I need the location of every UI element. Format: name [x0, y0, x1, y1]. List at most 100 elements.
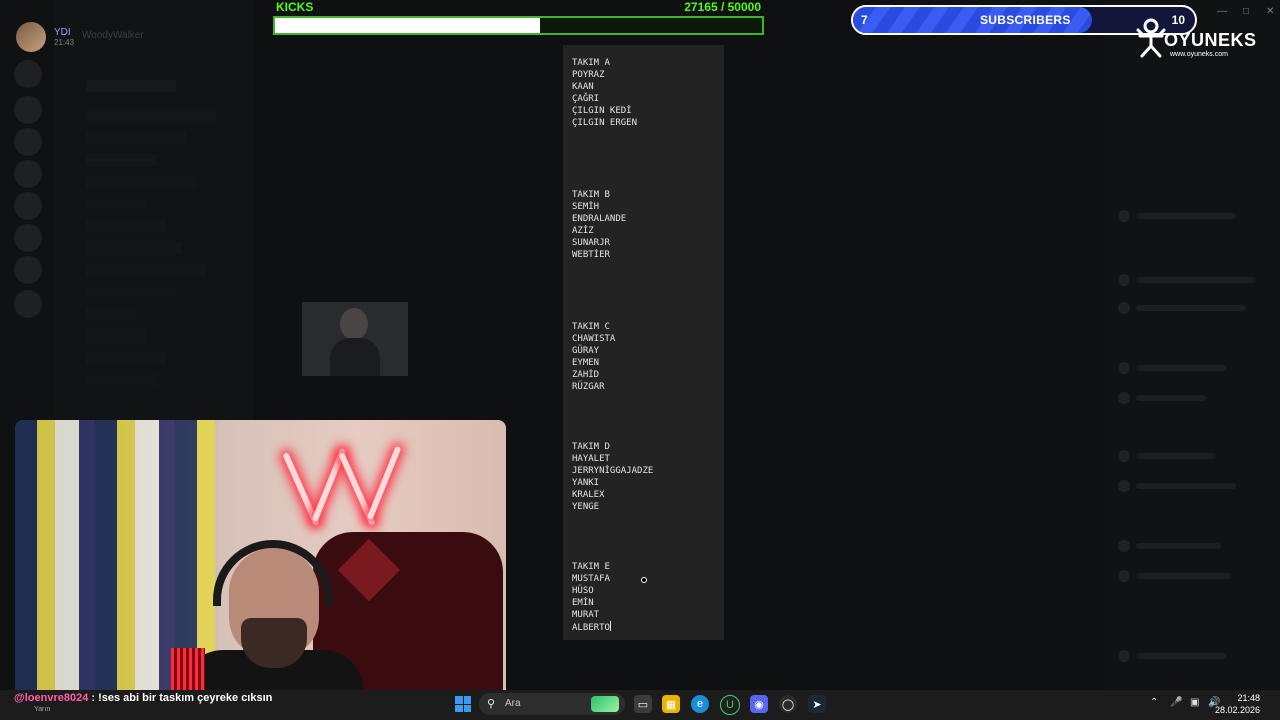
- team-member: YENGE: [572, 502, 600, 512]
- kicks-progress-bar: [273, 16, 764, 35]
- file-explorer-icon[interactable]: ▦: [662, 695, 680, 713]
- team-member: GÜRAY: [572, 346, 600, 356]
- server-icon[interactable]: [14, 128, 42, 156]
- subscribers-label: SUBSCRIBERS: [980, 13, 1071, 27]
- team-member: HÜSO: [572, 586, 594, 596]
- microphone-icon[interactable]: 🎤: [1170, 697, 1182, 708]
- team-member: SUNARJR: [572, 238, 610, 248]
- channel-item[interactable]: [86, 374, 156, 386]
- chat-text: : !ses abi bir taskım çeyreke cıksın: [88, 692, 273, 704]
- member-item[interactable]: [1118, 302, 1246, 314]
- channel-item[interactable]: [86, 264, 206, 276]
- display-icon[interactable]: ▣: [1190, 697, 1199, 708]
- edge-icon[interactable]: e: [691, 695, 709, 713]
- chat-subtext: Yarın: [34, 706, 51, 713]
- server-icon[interactable]: [14, 192, 42, 220]
- team-block[interactable]: TAKIM A POYRAZ KAAN ÇAĞRI ÇILGIN KEDİ ÇI…: [572, 57, 637, 129]
- channel-item[interactable]: [86, 330, 146, 342]
- member-list: [1104, 0, 1280, 690]
- text-caret: [609, 621, 611, 631]
- team-member: ENDRALANDE: [572, 214, 627, 224]
- team-block[interactable]: TAKIM D HAYALET JERRYNİGGAJADZE YANKI KR…: [572, 441, 653, 513]
- windows-start-icon[interactable]: [455, 696, 471, 712]
- discord-icon[interactable]: ◉: [750, 695, 768, 713]
- channel-item[interactable]: [86, 132, 186, 144]
- team-member: AZİZ: [572, 226, 594, 236]
- kicks-label: KICKS: [276, 0, 314, 14]
- channel-item[interactable]: [86, 308, 136, 320]
- team-member: CHAWISTA: [572, 334, 616, 344]
- close-icon[interactable]: ✕: [1266, 6, 1274, 17]
- channel-item[interactable]: [86, 242, 181, 254]
- logo-url: www.oyuneks.com: [1170, 51, 1228, 58]
- server-name[interactable]: WoodyWalker: [82, 30, 144, 41]
- server-icon[interactable]: [14, 224, 42, 252]
- team-member: YANKI: [572, 478, 600, 488]
- channel-item[interactable]: [86, 198, 146, 210]
- channel-item[interactable]: [86, 80, 176, 92]
- team-member: POYRAZ: [572, 70, 605, 80]
- obs-icon[interactable]: ◯: [779, 695, 797, 713]
- team-member: EMİN: [572, 598, 594, 608]
- clock-time: 21:48: [1237, 693, 1260, 703]
- member-item[interactable]: [1118, 274, 1256, 286]
- headset-icon: [213, 540, 333, 606]
- app-u-icon[interactable]: U: [720, 695, 740, 715]
- subscribers-current: 7: [861, 13, 868, 27]
- team-title: TAKIM D: [572, 442, 610, 452]
- channel-item[interactable]: [86, 154, 156, 166]
- user-time: 21:43: [54, 37, 75, 47]
- server-icon[interactable]: [14, 96, 42, 124]
- chat-message: @loenvre8024 : !ses abi bir taskım çeyre…: [14, 692, 272, 704]
- search-highlight-icon: [591, 696, 619, 712]
- video-face: [340, 308, 368, 340]
- video-tile[interactable]: [302, 302, 408, 376]
- mouse-cursor: [641, 577, 647, 583]
- team-block[interactable]: TAKIM E MUSTAFA HÜSO EMİN MURAT ALBERTO: [572, 561, 611, 634]
- server-icon[interactable]: [14, 256, 42, 284]
- member-item[interactable]: [1118, 650, 1226, 662]
- member-item[interactable]: [1118, 450, 1216, 462]
- channel-item[interactable]: [86, 176, 196, 188]
- team-member: JERRYNİGGAJADZE: [572, 466, 654, 476]
- team-member: RÜZGAR: [572, 382, 605, 392]
- team-member: KRALEX: [572, 490, 605, 500]
- chat-username: @loenvre8024: [14, 692, 89, 704]
- channel-item[interactable]: [86, 352, 166, 364]
- member-item[interactable]: [1118, 210, 1236, 222]
- kicks-count: 27165 / 50000: [684, 0, 761, 14]
- neon-light: [366, 445, 402, 521]
- user-name: YDI: [54, 26, 71, 38]
- member-item[interactable]: [1118, 540, 1221, 552]
- member-item[interactable]: [1118, 480, 1236, 492]
- team-member: HAYALET: [572, 454, 610, 464]
- task-view-icon[interactable]: ▭: [634, 695, 652, 713]
- taskbar-clock[interactable]: 21:48 28.02.2026: [1215, 692, 1260, 716]
- notepad-window[interactable]: TAKIM A POYRAZ KAAN ÇAĞRI ÇILGIN KEDİ ÇI…: [563, 45, 724, 640]
- search-placeholder: Ara: [505, 698, 521, 709]
- search-icon: ⚲: [487, 698, 496, 710]
- channel-item[interactable]: [86, 110, 216, 122]
- server-icon[interactable]: [14, 160, 42, 188]
- server-icon[interactable]: [14, 290, 42, 318]
- team-block[interactable]: TAKIM B SEMİH ENDRALANDE AZİZ SUNARJR WE…: [572, 189, 626, 261]
- team-member: ZAHİD: [572, 370, 600, 380]
- team-block[interactable]: TAKIM C CHAWISTA GÜRAY EYMEN ZAHİD RÜZGA…: [572, 321, 615, 393]
- member-item[interactable]: [1118, 570, 1231, 582]
- team-title: TAKIM A: [572, 58, 610, 68]
- channel-item[interactable]: [86, 286, 176, 298]
- team-member: ÇAĞRI: [572, 94, 600, 104]
- team-member: ÇILGIN KEDİ: [572, 106, 632, 116]
- chevron-up-icon[interactable]: ⌃: [1150, 697, 1158, 708]
- channel-item[interactable]: [86, 220, 166, 232]
- team-member: WEBTİER: [572, 250, 610, 260]
- server-icon[interactable]: [14, 60, 42, 88]
- member-item[interactable]: [1118, 362, 1226, 374]
- taskbar-search[interactable]: ⚲ Ara: [479, 693, 625, 715]
- steam-icon[interactable]: ➤: [808, 695, 826, 713]
- team-member: MURAT: [572, 610, 600, 620]
- kicks-progress-fill: [275, 18, 540, 33]
- member-item[interactable]: [1118, 392, 1206, 404]
- user-panel[interactable]: YDI 21:43: [16, 22, 74, 52]
- video-body: [330, 338, 380, 376]
